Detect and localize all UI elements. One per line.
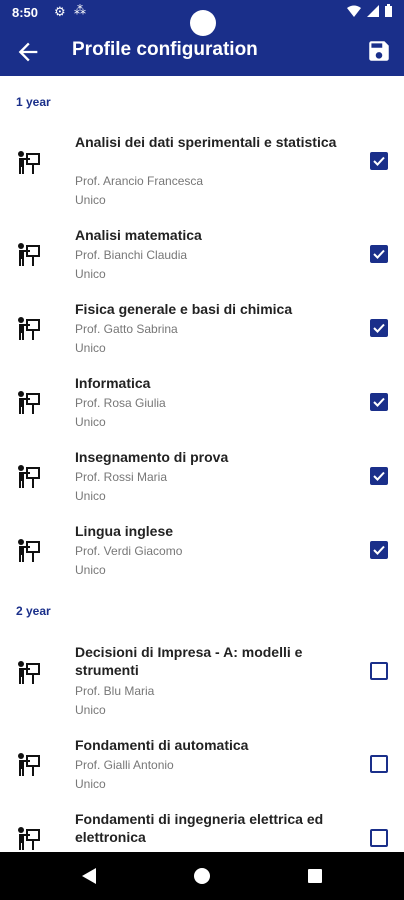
page-title: Profile configuration (72, 39, 258, 60)
course-title: Insegnamento di prova (75, 449, 229, 465)
teacher-at-board-icon (18, 151, 40, 174)
course-title: Decisioni di Impresa - A: modelli e stru… (75, 644, 303, 678)
battery-icon (385, 4, 392, 17)
course-checkbox[interactable] (370, 393, 388, 411)
course-checkbox[interactable] (370, 541, 388, 559)
course-list: 1 year Analisi dei dati sperimentali e s… (0, 76, 404, 852)
nav-recents-icon[interactable] (308, 869, 322, 883)
network-icon: ⁂ (74, 3, 86, 17)
course-unit: Unico (75, 267, 106, 281)
course-unit: Unico (75, 193, 106, 207)
course-professor: Prof. Bianchi Claudia (75, 248, 188, 262)
arrow-back-icon[interactable] (14, 38, 42, 66)
course-checkbox[interactable] (370, 662, 388, 680)
camera-cutout (190, 10, 216, 36)
course-title: Lingua inglese (75, 523, 174, 539)
course-checkbox[interactable] (370, 152, 388, 170)
teacher-at-board-icon (18, 661, 40, 684)
course-professor: Prof. Blu Maria (75, 684, 155, 698)
course-checkbox[interactable] (370, 245, 388, 263)
nav-home-icon[interactable] (194, 868, 210, 884)
teacher-at-board-icon (18, 391, 40, 414)
status-time: 8:50 (12, 5, 39, 20)
course-unit: Unico (75, 415, 106, 429)
course-title: Informatica (75, 375, 151, 391)
section-header-1: 1 year (16, 95, 51, 109)
status-icons (347, 4, 392, 17)
nav-back-icon[interactable] (82, 868, 96, 884)
teacher-at-board-icon (18, 243, 40, 266)
course-unit: Unico (75, 703, 106, 717)
course-title: Fondamenti di ingegneria elettrica ed el… (75, 811, 324, 845)
teacher-at-board-icon (18, 753, 40, 776)
course-checkbox[interactable] (370, 829, 388, 847)
course-unit: Unico (75, 489, 106, 503)
course-unit: Unico (75, 563, 106, 577)
system-nav-bar (0, 852, 404, 900)
course-title: Analisi matematica (75, 227, 202, 243)
section-header-2: 2 year (16, 604, 51, 618)
course-unit: Unico (75, 341, 106, 355)
course-unit: Unico (75, 777, 106, 791)
course-professor: Prof. Rosa Giulia (75, 396, 166, 410)
course-title: Fondamenti di automatica (75, 737, 249, 753)
course-professor: Prof. Rossi Maria (75, 470, 168, 484)
wifi-icon (347, 5, 361, 17)
course-professor: Prof. Gatto Sabrina (75, 322, 178, 336)
course-professor: Prof. Arancio Francesca (75, 174, 204, 188)
course-title: Fisica generale e basi di chimica (75, 301, 293, 317)
course-professor: Prof. Verdi Giacomo (75, 544, 183, 558)
teacher-at-board-icon (18, 827, 40, 850)
teacher-at-board-icon (18, 465, 40, 488)
settings-icon: ⚙ (54, 4, 66, 19)
floppy-disk-icon[interactable] (366, 38, 392, 64)
signal-icon (367, 4, 379, 17)
course-checkbox[interactable] (370, 467, 388, 485)
course-checkbox[interactable] (370, 755, 388, 773)
course-professor: Prof. Gialli Antonio (75, 758, 174, 772)
teacher-at-board-icon (18, 539, 40, 562)
course-title: Analisi dei dati sperimentali e statisti… (75, 134, 337, 150)
course-checkbox[interactable] (370, 319, 388, 337)
teacher-at-board-icon (18, 317, 40, 340)
